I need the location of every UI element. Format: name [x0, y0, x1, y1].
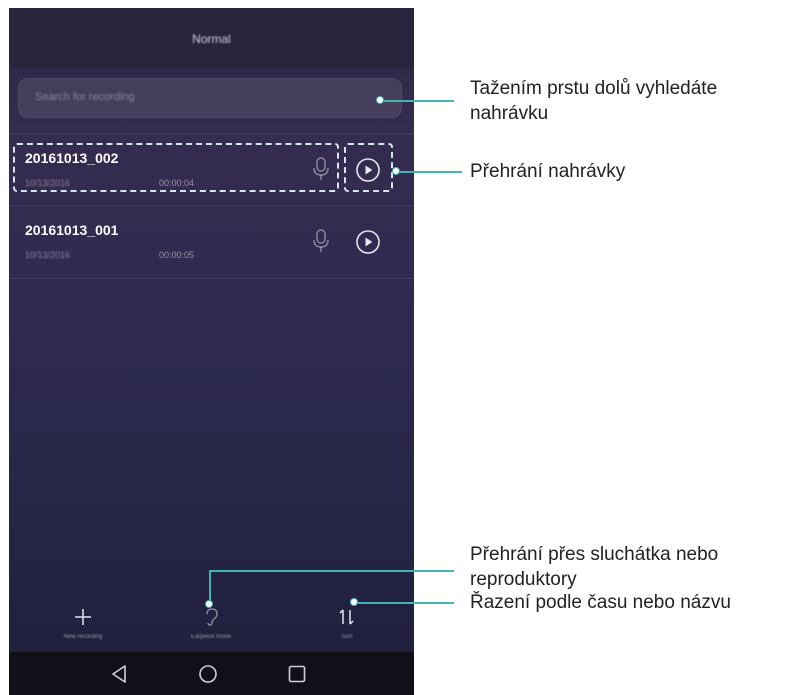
earpiece-annotation: Přehrání přes sluchátka nebo reproduktor… [470, 542, 718, 592]
new-recording-label: New recording [63, 634, 103, 640]
sort-button[interactable]: Sort [287, 600, 407, 652]
sort-annotation: Řazení podle času nebo názvu [470, 592, 731, 613]
search-placeholder: Search for recording [35, 91, 135, 103]
ear-icon [151, 606, 271, 628]
play-annotation: Přehrání nahrávky [470, 161, 626, 182]
sort-icon [287, 606, 407, 628]
new-recording-button[interactable]: New recording [23, 600, 143, 652]
annotation-line: reproduktory [470, 569, 577, 590]
callout-line [384, 100, 454, 102]
recording-name: 20161013_001 [25, 222, 119, 238]
earpiece-mode-button[interactable]: Earpiece mode [151, 600, 271, 652]
navigation-bar [9, 652, 414, 695]
recording-date: 10/13/2016 [25, 250, 71, 260]
divider [9, 205, 414, 206]
recording-highlight-box [13, 143, 339, 192]
plus-icon [23, 606, 143, 628]
page-title: Normal [192, 32, 231, 46]
callout-line [400, 171, 462, 173]
callout-line [209, 571, 211, 601]
annotation-line: Tažením prstu dolů vyhledáte [470, 78, 718, 99]
divider [9, 133, 414, 134]
callout-dot [392, 167, 400, 175]
recent-apps-icon[interactable] [287, 664, 307, 684]
sort-label: Sort [341, 634, 353, 640]
divider [9, 278, 414, 279]
callout-dot [350, 598, 358, 606]
home-icon[interactable] [198, 664, 218, 684]
bottom-toolbar: New recording Earpiece mode Sort [9, 600, 414, 652]
back-icon[interactable] [110, 664, 128, 684]
annotation-line: Přehrání přes sluchátka nebo [470, 544, 719, 565]
play-icon[interactable] [355, 229, 381, 255]
recording-duration: 00:00:05 [159, 250, 195, 260]
callout-dot [376, 96, 384, 104]
list-item[interactable]: 20161013_001 10/13/2016 00:00:05 [9, 208, 414, 278]
phone-screen: Normal Search for recording 20161013_002… [9, 8, 414, 695]
microphone-icon [313, 229, 329, 252]
annotation-line: nahrávku [470, 103, 549, 124]
play-highlight-box [344, 143, 393, 192]
search-annotation: Tažením prstu dolů vyhledáte nahrávku [470, 76, 717, 126]
earpiece-mode-label: Earpiece mode [190, 634, 232, 640]
callout-line [209, 570, 454, 572]
callout-dot [205, 600, 213, 608]
title-bar: Normal [9, 8, 414, 68]
search-input[interactable]: Search for recording [18, 78, 402, 118]
callout-line [358, 602, 454, 604]
